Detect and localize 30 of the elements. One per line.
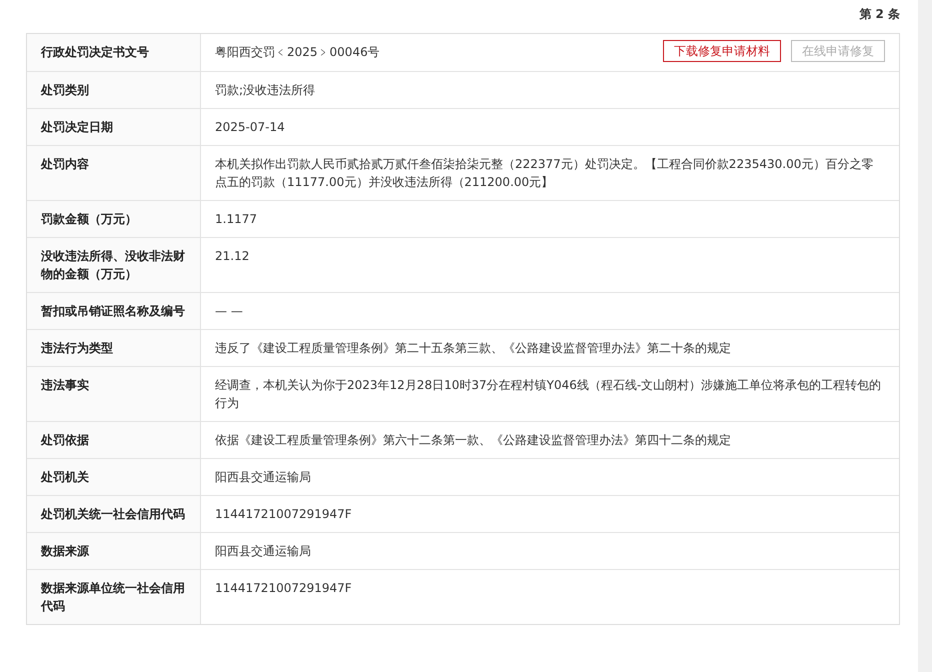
field-label: 处罚机关 [27, 459, 201, 495]
field-value: 违反了《建设工程质量管理条例》第二十五条第三款、《公路建设监督管理办法》第二十条的规定 [215, 340, 732, 357]
field-label: 违法事实 [27, 367, 201, 421]
field-label: 处罚决定日期 [27, 109, 201, 145]
download-button[interactable]: 下载修复申请材料 [663, 40, 781, 62]
field-value: 11441721007291947F [215, 580, 353, 597]
record-index: 第 2 条 [859, 6, 900, 22]
field-label: 处罚类别 [27, 72, 201, 108]
field-value: 阳西县交通运输局 [215, 543, 312, 560]
field-value: 11441721007291947F [215, 506, 353, 523]
field-value: 21.12 [215, 248, 250, 265]
field-label: 数据来源单位统一社会信用代码 [27, 570, 201, 624]
field-value: 阳西县交通运输局 [215, 469, 312, 486]
field-label: 处罚机关统一社会信用代码 [27, 496, 201, 532]
field-value: — — [215, 303, 244, 320]
field-value: 经调查，本机关认为你于2023年12月28日10时37分在程村镇Y046线（程石线-文山朗村）涉嫌施工单位将承包的工程转包的行为 [215, 377, 882, 412]
field-label: 违法行为类型 [27, 330, 201, 366]
field-value: 2025-07-14 [215, 119, 286, 136]
field-label: 暂扣或吊销证照名称及编号 [27, 293, 201, 329]
field-value: 1.1177 [215, 211, 258, 228]
field-value: 粤阳西交罚﹤2025﹥00046号 [215, 44, 381, 61]
field-label: 罚款金额（万元） [27, 201, 201, 237]
field-label: 处罚内容 [27, 146, 201, 200]
field-value: 本机关拟作出罚款人民币贰拾贰万贰仟叁佰柒拾柒元整（222377元）处罚决定。【工程合同价款2235430.00元）百分之零点五的罚款（11177.00元）并没收违法所得（211200.00元】 [215, 156, 874, 191]
field-value: 依据《建设工程质量管理条例》第六十二条第一款、《公路建设监督管理办法》第四十二条的规定 [215, 432, 732, 449]
field-label: 数据来源 [27, 533, 201, 569]
field-value: 罚款;没收违法所得 [215, 82, 316, 99]
field-label: 没收违法所得、没收非法财物的金额（万元） [27, 238, 201, 292]
field-label: 处罚依据 [27, 422, 201, 458]
field-label: 行政处罚决定书文号 [27, 34, 201, 71]
